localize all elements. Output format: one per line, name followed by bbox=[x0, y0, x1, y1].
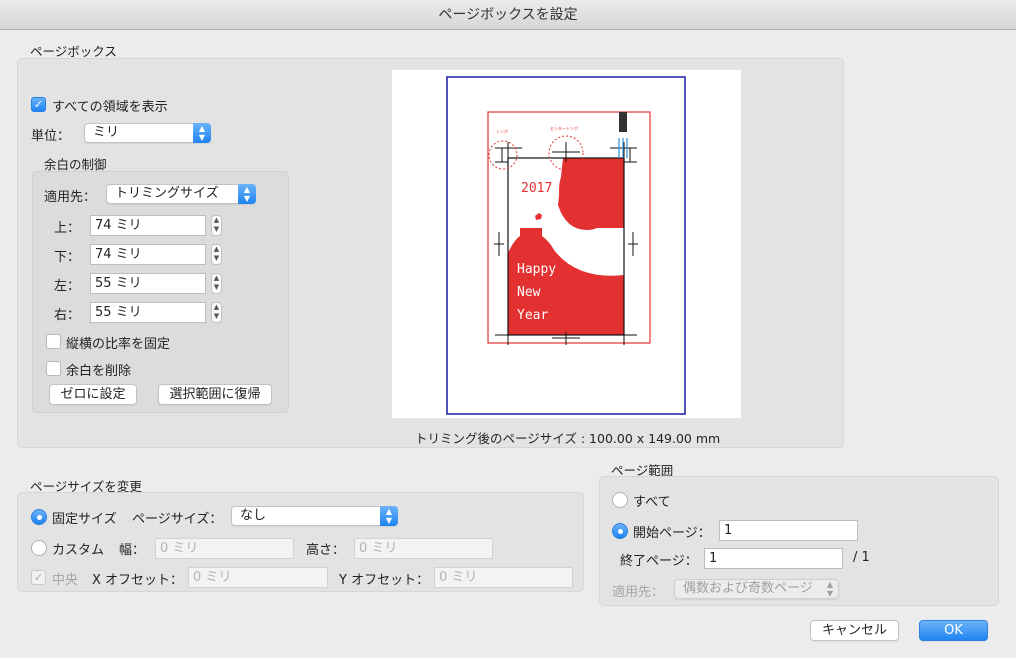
set-to-zero-button[interactable]: ゼロに設定 bbox=[49, 384, 137, 405]
constrain-proportions-checkbox[interactable] bbox=[46, 334, 61, 349]
left-margin-label: 左： bbox=[54, 279, 81, 294]
bottom-margin-field[interactable]: 74 ミリ bbox=[90, 244, 206, 265]
start-page-label: 開始ページ： bbox=[633, 526, 711, 541]
constrain-proportions-label: 縦横の比率を固定 bbox=[66, 337, 171, 352]
chevron-updown-icon: ▲ ▼ bbox=[826, 580, 834, 598]
width-field[interactable]: 0 ミリ bbox=[155, 538, 294, 559]
unit-popup[interactable]: ミリ ▲ ▼ bbox=[84, 123, 211, 143]
y-offset-field[interactable]: 0 ミリ bbox=[434, 567, 573, 588]
remove-white-margins-checkbox[interactable] bbox=[46, 361, 61, 376]
show-all-label: すべての領域を表示 bbox=[52, 100, 168, 115]
custom-size-label: カスタム bbox=[52, 543, 105, 558]
left-margin-stepper[interactable]: ▲ ▼ bbox=[211, 273, 222, 294]
page-size-popup[interactable]: なし ▲ ▼ bbox=[231, 506, 398, 526]
top-margin-label: 上： bbox=[54, 221, 81, 236]
chevron-updown-icon: ▲ ▼ bbox=[238, 184, 256, 204]
apply-to-popup[interactable]: トリミングサイズ ▲ ▼ bbox=[106, 184, 256, 204]
start-page-field[interactable]: 1 bbox=[719, 520, 858, 541]
trimmed-size-caption: トリミング後のページサイズ : 100.00 x 149.00 mm bbox=[415, 431, 721, 446]
center-label: 中央 bbox=[52, 573, 79, 588]
ok-button[interactable]: OK bbox=[919, 620, 988, 641]
page-size-value: なし bbox=[240, 508, 267, 523]
card-line3: Year bbox=[517, 308, 548, 323]
page-preview: 2017 Happy New Year トンボ センタートンボ bbox=[392, 70, 741, 418]
revert-to-selection-button[interactable]: 選択範囲に復帰 bbox=[158, 384, 272, 405]
show-all-checkbox[interactable]: ✓ bbox=[31, 97, 46, 112]
right-margin-stepper[interactable]: ▲ ▼ bbox=[211, 302, 222, 323]
cancel-button[interactable]: キャンセル bbox=[810, 620, 899, 641]
end-page-label: 終了ページ： bbox=[620, 554, 698, 569]
x-offset-field[interactable]: 0 ミリ bbox=[188, 567, 328, 588]
chevron-updown-icon: ▲ ▼ bbox=[380, 506, 398, 526]
left-margin-field[interactable]: 55 ミリ bbox=[90, 273, 206, 294]
all-pages-label: すべて bbox=[633, 495, 671, 510]
start-page-radio[interactable] bbox=[612, 523, 628, 539]
unit-label: 単位： bbox=[31, 129, 71, 144]
card-line2: New bbox=[517, 285, 541, 300]
window-title: ページボックスを設定 bbox=[0, 0, 1016, 30]
top-margin-stepper[interactable]: ▲ ▼ bbox=[211, 215, 222, 236]
x-offset-label: X オフセット： bbox=[92, 573, 184, 588]
top-margin-field[interactable]: 74 ミリ bbox=[90, 215, 206, 236]
chevron-updown-icon: ▲ ▼ bbox=[193, 123, 211, 143]
range-apply-to-label: 適用先： bbox=[612, 585, 665, 600]
width-label: 幅： bbox=[119, 543, 146, 558]
remove-white-margins-label: 余白を削除 bbox=[66, 364, 132, 379]
page-total: / 1 bbox=[853, 550, 870, 565]
card-line1: Happy bbox=[517, 262, 556, 277]
page-size-label: ページサイズ： bbox=[132, 512, 223, 527]
height-field[interactable]: 0 ミリ bbox=[354, 538, 493, 559]
right-margin-field[interactable]: 55 ミリ bbox=[90, 302, 206, 323]
height-label: 高さ： bbox=[306, 543, 346, 558]
all-pages-radio[interactable] bbox=[612, 492, 628, 508]
bottom-margin-stepper[interactable]: ▲ ▼ bbox=[211, 244, 222, 265]
fixed-size-radio[interactable] bbox=[31, 509, 47, 525]
apply-to-label: 適用先： bbox=[44, 190, 97, 205]
range-apply-to-value: 偶数および奇数ページ bbox=[683, 581, 813, 596]
unit-value: ミリ bbox=[93, 125, 120, 140]
range-apply-to-popup[interactable]: 偶数および奇数ページ ▲ ▼ bbox=[674, 579, 839, 599]
custom-size-radio[interactable] bbox=[31, 540, 47, 556]
tag-left: トンボ bbox=[496, 128, 508, 134]
y-offset-label: Y オフセット： bbox=[339, 573, 430, 588]
tag-center: センタートンボ bbox=[550, 125, 578, 131]
page-preview-artwork: 2017 Happy New Year トンボ センタートンボ bbox=[446, 76, 686, 415]
end-page-field[interactable]: 1 bbox=[704, 548, 843, 569]
right-margin-label: 右： bbox=[54, 308, 81, 323]
apply-to-value: トリミングサイズ bbox=[115, 186, 219, 201]
bottom-margin-label: 下： bbox=[54, 250, 81, 265]
center-checkbox[interactable]: ✓ bbox=[31, 570, 46, 585]
card-year: 2017 bbox=[521, 181, 552, 196]
fixed-size-label: 固定サイズ bbox=[52, 512, 117, 527]
